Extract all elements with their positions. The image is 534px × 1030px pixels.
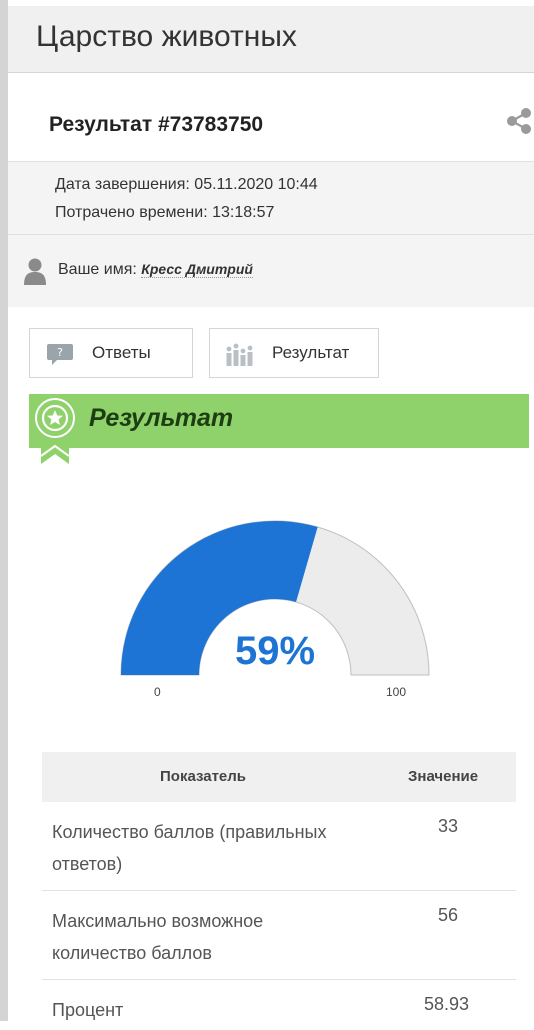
table-row: Количество баллов (правильных ответов) 3…	[42, 802, 516, 891]
banner-title: Результат	[89, 404, 234, 432]
row-label: Количество баллов (правильных ответов)	[52, 822, 327, 874]
header-indicator: Показатель	[160, 768, 247, 785]
row-value: 56	[438, 905, 459, 925]
gauge-min-label: 0	[154, 685, 161, 699]
results-table: Показатель Значение Количество баллов (п…	[42, 752, 516, 1030]
gauge-percent: 59%	[234, 629, 316, 673]
user-name-label: Ваше имя:	[58, 261, 142, 278]
award-badge-icon	[35, 398, 75, 464]
left-edge	[0, 0, 8, 1021]
result-title: Результат #73783750	[49, 113, 264, 136]
share-icon[interactable]	[504, 106, 534, 136]
row-value: 58.93	[424, 994, 470, 1014]
answers-label: Ответы	[92, 343, 151, 362]
table-row: Максимально возможное количество баллов …	[42, 891, 516, 980]
result-label: Результат	[272, 343, 350, 362]
time-spent: Потрачено времени: 13:18:57	[55, 204, 275, 221]
gauge-max-label: 100	[386, 685, 407, 699]
speech-bubble-icon: ?	[47, 344, 73, 365]
header-value: Значение	[408, 768, 479, 785]
row-label: Процент	[52, 1000, 124, 1020]
svg-text:?: ?	[57, 346, 63, 359]
result-header: Результат #73783750	[8, 73, 534, 162]
row-value: 33	[438, 816, 459, 836]
result-banner: Результат	[29, 394, 529, 448]
score-gauge: 59% 0 100	[110, 515, 440, 715]
completion-date: Дата завершения: 05.11.2020 10:44	[55, 176, 318, 193]
top-bar: Царство животных	[8, 6, 534, 73]
bar-chart-icon	[226, 343, 253, 366]
page-title: Царство животных	[36, 20, 297, 53]
page: Царство животных Результат #73783750 Дат…	[0, 0, 534, 1021]
table-row: Процент 58.93	[42, 980, 516, 1030]
user-name-row: Ваше имя: Кресс Дмитрий	[58, 261, 253, 279]
result-meta: Дата завершения: 05.11.2020 10:44 Потрач…	[8, 162, 534, 235]
answers-button[interactable]: ? Ответы	[29, 328, 193, 378]
user-name[interactable]: Кресс Дмитрий	[141, 261, 253, 278]
row-label: Максимально возможное количество баллов	[52, 911, 264, 963]
result-button[interactable]: Результат	[209, 328, 379, 378]
user-icon	[24, 258, 46, 285]
user-row: Ваше имя: Кресс Дмитрий	[8, 235, 534, 307]
table-header: Показатель Значение	[42, 752, 516, 802]
